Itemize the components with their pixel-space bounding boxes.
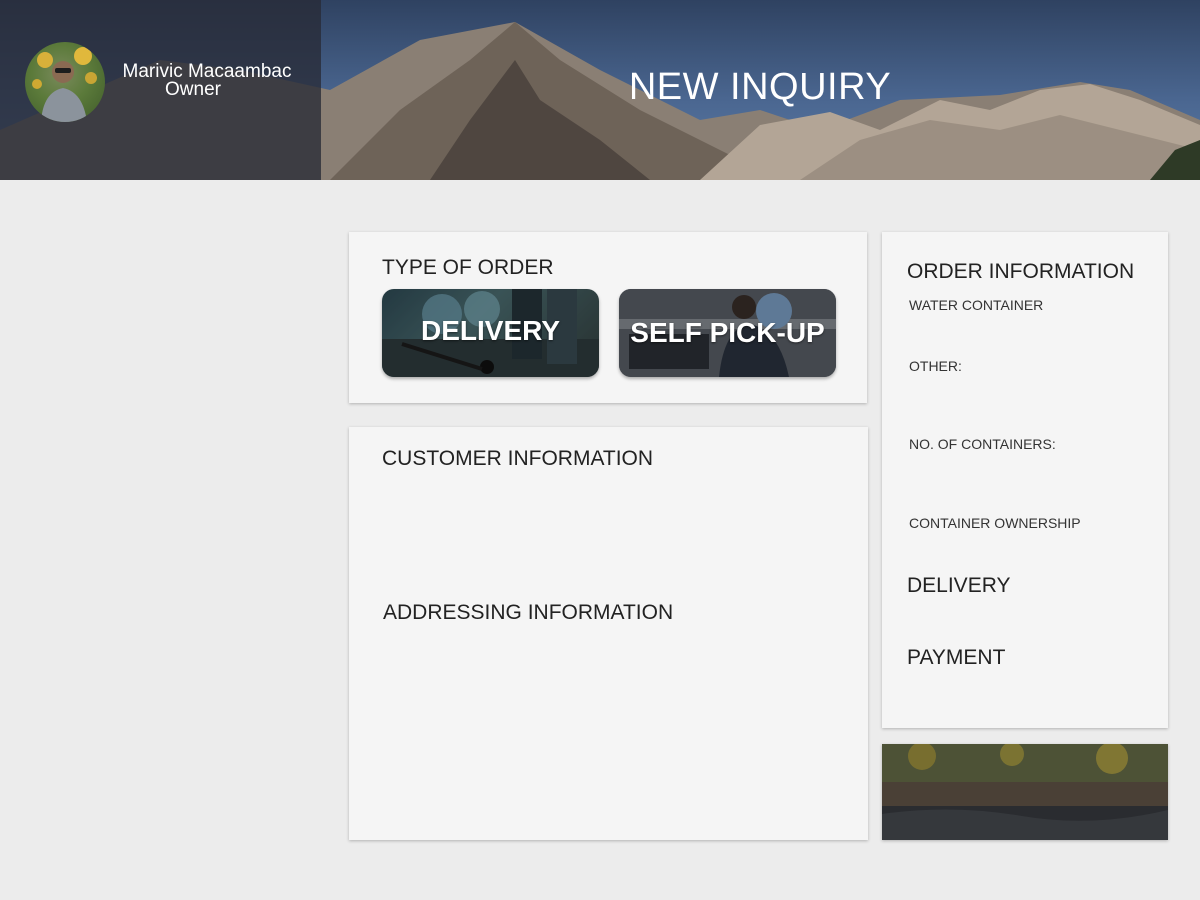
customer-information-title: CUSTOMER INFORMATION xyxy=(382,447,654,470)
delivery-option-label: DELIVERY xyxy=(421,315,560,346)
containers-count-label: NO. OF CONTAINERS: xyxy=(909,436,1056,452)
water-container-label: WATER CONTAINER xyxy=(909,297,1044,313)
addressing-information-title: ADDRESSING INFORMATION xyxy=(383,601,674,624)
order-information-card: ORDER INFORMATION WATER CONTAINER OTHER:… xyxy=(882,232,1168,728)
user-role: Owner xyxy=(165,79,221,100)
payment-section-title: PAYMENT xyxy=(907,646,1006,669)
order-type-title: TYPE OF ORDER xyxy=(382,256,554,279)
self-pickup-option-label: SELF PICK-UP xyxy=(630,317,825,348)
customer-information-card: CUSTOMER INFORMATION ADDRESSING INFORMAT… xyxy=(349,427,868,840)
landscape-photo xyxy=(882,744,1168,840)
container-ownership-label: CONTAINER OWNERSHIP xyxy=(909,515,1081,531)
landscape-image xyxy=(882,744,1168,840)
self-pickup-option-button[interactable]: SELF PICK-UP xyxy=(619,289,836,377)
delivery-section-title: DELIVERY xyxy=(907,574,1011,597)
user-panel: Marivic Macaambac Owner xyxy=(0,0,321,180)
delivery-option-button[interactable]: DELIVERY xyxy=(382,289,599,377)
avatar-photo xyxy=(32,47,97,122)
page-title: NEW INQUIRY xyxy=(628,66,892,108)
header-banner: Marivic Macaambac Owner NEW INQUIRY xyxy=(0,0,1200,180)
user-avatar[interactable] xyxy=(25,42,105,122)
order-type-card: TYPE OF ORDER DELIVERY SELF PICK-UP xyxy=(349,232,867,403)
order-information-title: ORDER INFORMATION xyxy=(907,260,1135,283)
other-label: OTHER: xyxy=(909,358,962,374)
